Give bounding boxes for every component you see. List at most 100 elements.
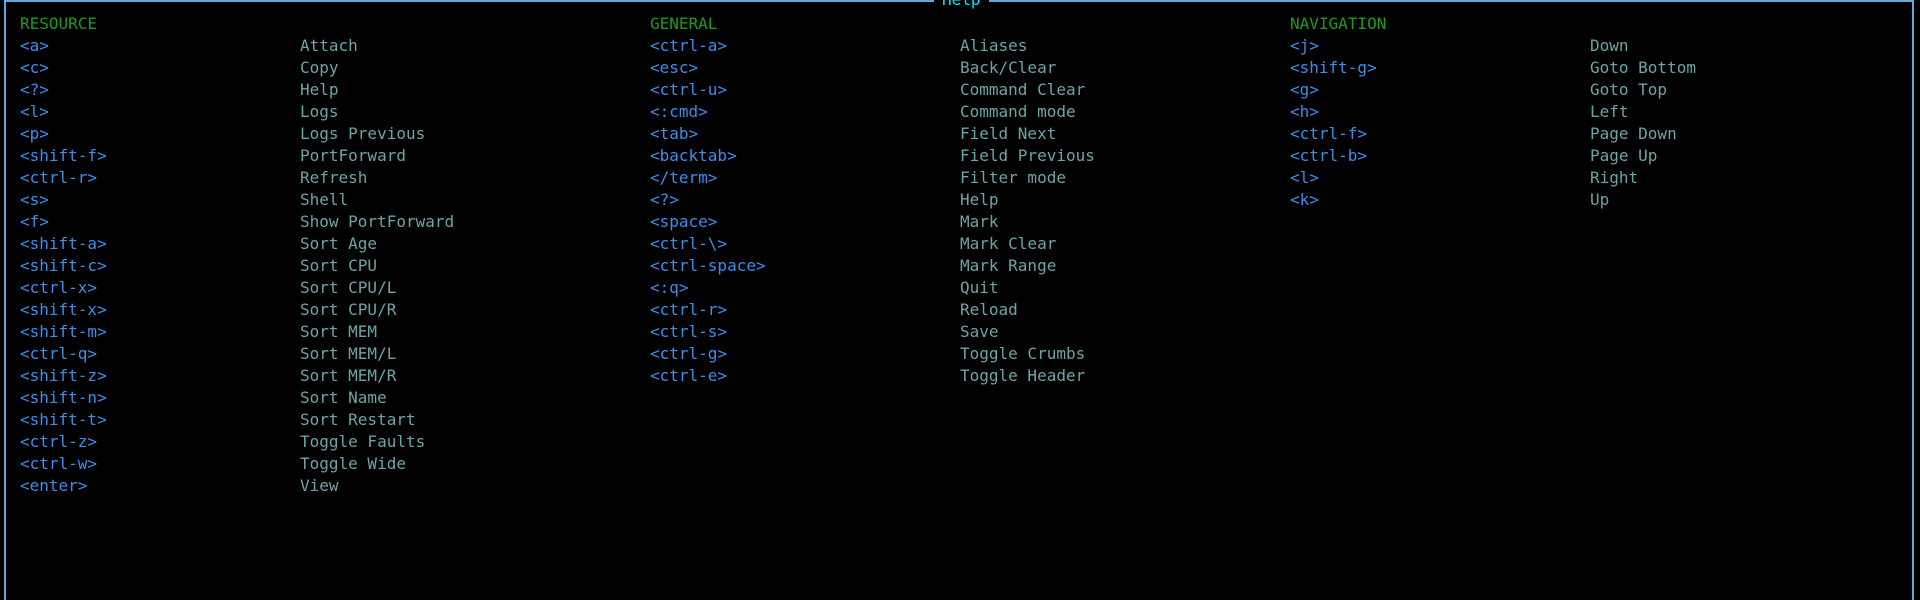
section-header: GENERAL <box>650 14 718 33</box>
shortcut-key: <backtab> <box>650 146 737 165</box>
shortcut-row: <ctrl-u> Command Clear <box>650 79 1085 101</box>
shortcut-key: <:cmd> <box>650 102 708 121</box>
shortcut-description: Sort MEM <box>300 322 378 341</box>
shortcut-description: Page Up <box>1590 146 1658 165</box>
shortcut-key: <ctrl-r> <box>650 300 728 319</box>
shortcut-description: Save <box>960 322 999 341</box>
shortcut-row: <c> Copy <box>20 57 339 79</box>
shortcut-row: <ctrl-f> Page Down <box>1290 123 1677 145</box>
shortcut-description: Shell <box>300 190 349 209</box>
shortcut-row: <tab> Field Next <box>650 123 1056 145</box>
shortcut-row: </term> Filter mode <box>650 167 1066 189</box>
shortcut-description: Back/Clear <box>960 58 1057 77</box>
shortcut-key: <enter> <box>20 476 88 495</box>
shortcut-row: <shift-n> Sort Name <box>20 387 387 409</box>
shortcut-key: <tab> <box>650 124 699 143</box>
shortcut-key: <ctrl-s> <box>650 322 728 341</box>
resource-section: RESOURCE <a> Attach <c> Copy <?> Help <l> Logs <… <box>20 13 454 497</box>
shortcut-description: Sort CPU <box>300 256 378 275</box>
shortcut-key: <p> <box>20 124 49 143</box>
shortcut-row: <ctrl-g> Toggle Crumbs <box>650 343 1085 365</box>
shortcut-row: <ctrl-r> Reload <box>650 299 1018 321</box>
shortcut-key: <ctrl-r> <box>20 168 98 187</box>
shortcut-row: <:cmd> Command mode <box>650 101 1076 123</box>
shortcut-description: Reload <box>960 300 1018 319</box>
shortcut-description: Refresh <box>300 168 368 187</box>
shortcut-key: <f> <box>20 212 49 231</box>
shortcut-row: <shift-t> Sort Restart <box>20 409 416 431</box>
shortcut-row: <shift-c> Sort CPU <box>20 255 377 277</box>
shortcut-row: <?> Help <box>650 189 999 211</box>
shortcut-row: <?> Help <box>20 79 339 101</box>
shortcut-description: Sort Name <box>300 388 387 407</box>
shortcut-key: <ctrl-a> <box>650 36 728 55</box>
shortcut-key: <esc> <box>650 58 699 77</box>
shortcut-row: <shift-a> Sort Age <box>20 233 377 255</box>
shortcut-description: Right <box>1590 168 1639 187</box>
shortcut-description: Sort CPU/R <box>300 300 397 319</box>
shortcut-description: PortForward <box>300 146 406 165</box>
shortcut-row: <shift-m> Sort MEM <box>20 321 377 343</box>
shortcut-description: Mark Range <box>960 256 1057 275</box>
shortcut-key: <shift-c> <box>20 256 107 275</box>
shortcut-key: <shift-n> <box>20 388 107 407</box>
shortcut-key: <?> <box>650 190 679 209</box>
shortcut-description: Help <box>960 190 999 209</box>
shortcut-key: <shift-f> <box>20 146 107 165</box>
shortcut-key: <g> <box>1290 80 1319 99</box>
shortcut-key: <c> <box>20 58 49 77</box>
shortcut-description: Toggle Faults <box>300 432 426 451</box>
shortcut-key: <shift-a> <box>20 234 107 253</box>
shortcut-description: Toggle Wide <box>300 454 406 473</box>
shortcut-key: <ctrl-z> <box>20 432 98 451</box>
shortcut-row: <ctrl-a> Aliases <box>650 35 1027 57</box>
shortcut-key: <shift-x> <box>20 300 107 319</box>
shortcut-key: <ctrl-b> <box>1290 146 1368 165</box>
shortcut-row: <ctrl-s> Save <box>650 321 999 343</box>
shortcut-key: <a> <box>20 36 49 55</box>
shortcut-description: Logs Previous <box>300 124 426 143</box>
shortcut-key: <l> <box>1290 168 1319 187</box>
shortcut-row: <ctrl-e> Toggle Header <box>650 365 1085 387</box>
shortcut-key: <shift-m> <box>20 322 107 341</box>
shortcut-key: <k> <box>1290 190 1319 209</box>
shortcut-row: <shift-z> Sort MEM/R <box>20 365 396 387</box>
shortcut-description: Quit <box>960 278 999 297</box>
section-header: RESOURCE <box>20 14 98 33</box>
shortcut-description: Sort CPU/L <box>300 278 397 297</box>
shortcut-row: <ctrl-z> Toggle Faults <box>20 431 425 453</box>
shortcut-row: <ctrl-\> Mark Clear <box>650 233 1056 255</box>
shortcut-key: <space> <box>650 212 718 231</box>
shortcut-key: <s> <box>20 190 49 209</box>
shortcut-key: <h> <box>1290 102 1319 121</box>
shortcut-key: <ctrl-\> <box>650 234 728 253</box>
shortcut-description: Page Down <box>1590 124 1677 143</box>
shortcut-description: Left <box>1590 102 1629 121</box>
shortcut-key: <l> <box>20 102 49 121</box>
shortcut-description: Field Previous <box>960 146 1095 165</box>
shortcut-description: Mark Clear <box>960 234 1057 253</box>
help-title: Help <box>934 0 989 10</box>
shortcut-row: <l> Right <box>1290 167 1638 189</box>
shortcut-key: <ctrl-q> <box>20 344 98 363</box>
shortcut-row: <shift-f> PortForward <box>20 145 406 167</box>
shortcut-row: <ctrl-w> Toggle Wide <box>20 453 406 475</box>
shortcut-row: <s> Shell <box>20 189 348 211</box>
shortcut-description: Sort MEM/L <box>300 344 397 363</box>
shortcut-description: Toggle Header <box>960 366 1086 385</box>
shortcut-description: Up <box>1590 190 1610 209</box>
shortcut-description: Help <box>300 80 339 99</box>
shortcut-row: <ctrl-space> Mark Range <box>650 255 1056 277</box>
shortcut-row: <ctrl-q> Sort MEM/L <box>20 343 396 365</box>
shortcut-key: <shift-z> <box>20 366 107 385</box>
shortcut-key: <ctrl-e> <box>650 366 728 385</box>
shortcut-description: Sort MEM/R <box>300 366 397 385</box>
shortcut-description: Command Clear <box>960 80 1086 99</box>
shortcut-key: <ctrl-space> <box>650 256 766 275</box>
shortcut-row: <enter> View <box>20 475 339 497</box>
shortcut-description: Goto Top <box>1590 80 1668 99</box>
shortcut-description: Attach <box>300 36 358 55</box>
general-section: GENERAL <ctrl-a> Aliases <esc> Back/Clear <c… <box>650 13 1095 387</box>
shortcut-description: Logs <box>300 102 339 121</box>
shortcut-key: <j> <box>1290 36 1319 55</box>
